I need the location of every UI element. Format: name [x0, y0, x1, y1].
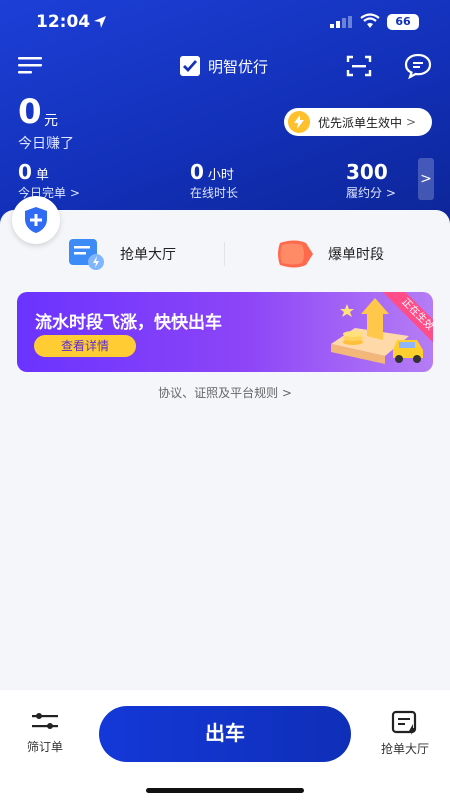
- brand: 明智优行: [180, 54, 268, 78]
- banner-title: 流水时段飞涨，快快出车: [35, 313, 222, 333]
- performance-score-number: 300: [346, 160, 388, 184]
- tab-order-hall-label: 抢单大厅: [380, 742, 429, 756]
- stats-next-button[interactable]: >: [418, 158, 434, 200]
- tab-filter-orders-label: 筛订单: [26, 740, 63, 754]
- online-hours-unit: 小时: [207, 168, 234, 183]
- home-indicator: [146, 788, 304, 793]
- clock: 12:04: [36, 12, 91, 32]
- entry-surge-period[interactable]: 爆单时段: [276, 236, 384, 272]
- safety-shield-button[interactable]: [12, 196, 60, 244]
- status-bar: 12:04 66: [0, 0, 450, 46]
- scan-icon[interactable]: [346, 54, 372, 78]
- filter-sliders-icon: [32, 713, 58, 729]
- shield-plus-icon: [25, 207, 47, 233]
- main-content: [0, 210, 450, 690]
- online-hours-number: 0: [190, 160, 204, 184]
- today-earnings-unit: 元: [44, 113, 58, 129]
- brand-logo-icon: [180, 56, 200, 76]
- entry-surge-period-label: 爆单时段: [328, 247, 384, 263]
- order-hall-tab-icon: [391, 710, 417, 735]
- priority-dispatch-label: 优先派单生效中: [318, 115, 403, 130]
- entry-order-hall[interactable]: 抢单大厅: [68, 236, 176, 272]
- menu-icon[interactable]: [18, 56, 42, 74]
- online-hours-label: 在线时长: [190, 186, 239, 200]
- banner-details-button[interactable]: 查看详情: [34, 335, 136, 357]
- header: 12:04 66 明智优行 0 元 今日赚了 优先派单生效中 > 0 单 今日完…: [0, 0, 450, 232]
- chevron-right-icon: >: [406, 115, 417, 129]
- location-arrow-icon: [94, 16, 106, 28]
- order-hall-icon: [69, 239, 104, 270]
- performance-score-value[interactable]: 300: [346, 160, 388, 184]
- completed-orders-unit: 单: [35, 168, 49, 183]
- surge-icon: [278, 240, 313, 268]
- signal-icon: [330, 16, 352, 28]
- bottom-bar: 筛订单 出车 抢单大厅: [0, 690, 450, 800]
- battery-indicator: 66: [387, 14, 419, 30]
- wifi-icon: [360, 13, 380, 28]
- brand-name: 明智优行: [208, 57, 269, 76]
- tab-order-hall[interactable]: 抢单大厅: [376, 710, 434, 757]
- completed-orders-number: 0: [18, 160, 32, 184]
- go-online-button[interactable]: 出车: [99, 706, 351, 762]
- promo-banner[interactable]: 流水时段飞涨，快快出车 查看详情 正在生效: [17, 292, 433, 372]
- rules-link[interactable]: 协议、证照及平台规则 >: [0, 384, 450, 401]
- today-earnings-value: 0: [18, 92, 42, 132]
- top-nav: 明智优行: [0, 48, 450, 84]
- performance-score-label[interactable]: 履约分 >: [346, 184, 396, 201]
- tab-filter-orders[interactable]: 筛订单: [22, 710, 68, 755]
- priority-dispatch-pill[interactable]: 优先派单生效中 >: [284, 108, 432, 136]
- lightning-icon: [288, 111, 310, 133]
- entry-divider: [224, 242, 225, 266]
- message-icon[interactable]: [404, 53, 432, 79]
- entry-order-hall-label: 抢单大厅: [120, 247, 176, 263]
- today-earnings-label: 今日赚了: [18, 136, 74, 152]
